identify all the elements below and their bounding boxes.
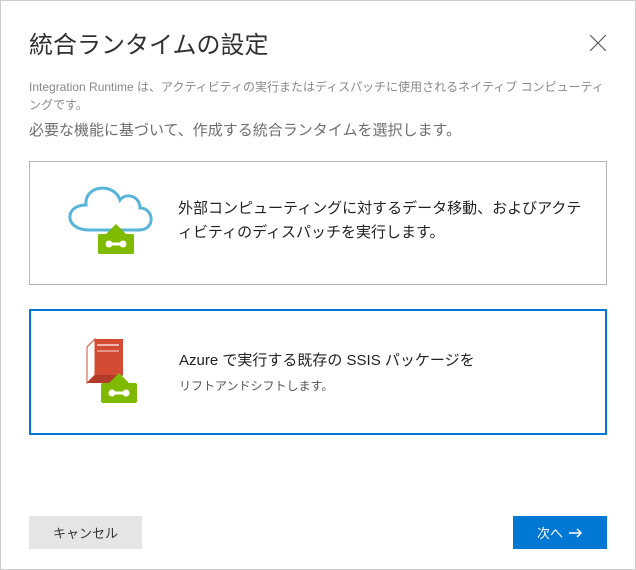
option-list: 外部コンピューティングに対するデータ移動、およびアクティビティのディスパッチを実…	[1, 161, 635, 435]
cloud-integration-icon	[44, 180, 174, 266]
option-title: Azure で実行する既存の SSIS パッケージを	[179, 349, 585, 373]
option-desc: リフトアンドシフトします。	[179, 377, 585, 395]
ssis-integration-icon	[45, 329, 175, 415]
cancel-button[interactable]: キャンセル	[29, 516, 142, 549]
close-button[interactable]	[589, 34, 607, 52]
dialog-header: 統合ランタイムの設定	[1, 1, 635, 72]
option-text: Azure で実行する既存の SSIS パッケージを リフトアンドシフトします。	[175, 349, 591, 395]
close-icon	[589, 34, 607, 52]
arrow-right-icon	[569, 528, 583, 538]
dialog-title: 統合ランタイムの設定	[29, 25, 269, 60]
intro-subtitle: 必要な機能に基づいて、作成する統合ランタイムを選択します。	[1, 120, 635, 161]
option-title: 外部コンピューティングに対するデータ移動、およびアクティビティのディスパッチを実…	[178, 197, 586, 245]
option-text: 外部コンピューティングに対するデータ移動、およびアクティビティのディスパッチを実…	[174, 197, 592, 249]
option-card-external-compute[interactable]: 外部コンピューティングに対するデータ移動、およびアクティビティのディスパッチを実…	[29, 161, 607, 285]
option-card-ssis[interactable]: Azure で実行する既存の SSIS パッケージを リフトアンドシフトします。	[29, 309, 607, 435]
next-button-label: 次へ	[537, 523, 563, 542]
dialog-footer: キャンセル 次へ	[29, 516, 607, 549]
intro-description: Integration Runtime は、アクティビティの実行またはディスパッ…	[1, 72, 635, 120]
next-button[interactable]: 次へ	[513, 516, 607, 549]
